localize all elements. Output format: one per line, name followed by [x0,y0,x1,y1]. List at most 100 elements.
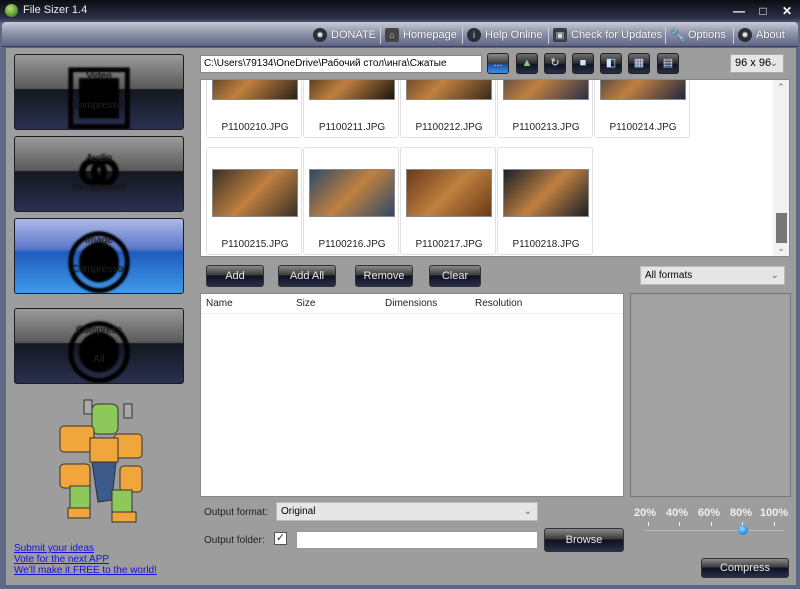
thumbnail-image [406,80,492,100]
thumbnail-filename: P1100218.JPG [512,239,580,250]
thumbnail-filename: P1100217.JPG [415,239,483,250]
scrollbar-thumb[interactable] [776,213,787,243]
thumbnail-image [406,169,492,217]
scroll-up-icon[interactable]: ⌃ [773,82,789,93]
donate-label: DONATE [331,29,377,41]
vote-next-app-link[interactable]: Vote for the next APP [14,554,157,565]
thumbnail-item[interactable]: P1100214.JPG [594,80,690,138]
thumbnail-image [600,80,686,100]
compress-button[interactable]: Compress [701,558,789,578]
file-list-table: Name Size Dimensions Resolution [200,293,624,497]
title-bar: File Sizer 1.4 — □ ✕ [0,0,800,22]
output-format-label: Output format: [204,507,268,518]
thumbnail-filename: P1100214.JPG [609,122,677,133]
output-format-value: Original [281,506,316,517]
tick-label: 80% [730,507,753,519]
folder-path-input[interactable]: C:\Users\79134\OneDrive\Рабочий стол\инг… [200,55,482,73]
column-header-name[interactable]: Name [206,298,233,309]
browse-folder-button[interactable]: ... [487,53,509,74]
checkmark-icon: ✓ [275,532,286,544]
check-updates-button[interactable]: ▣ Check for Updates [553,27,662,43]
column-header-size[interactable]: Size [296,298,315,309]
nav-image-compressor[interactable]: ◉ Image Compressor [14,218,184,294]
window-title: File Sizer 1.4 [23,4,88,16]
homepage-label: Homepage [403,29,457,41]
homepage-button[interactable]: ⌂ Homepage [385,27,457,43]
check-updates-label: Check for Updates [571,29,663,41]
output-folder-input[interactable] [296,531,538,549]
thumbnail-item[interactable]: P1100212.JPG [400,80,496,138]
quality-slider-knob[interactable] [737,525,748,535]
home-icon: ⌂ [385,28,399,42]
view-split-icon: ◧ [605,57,617,69]
separator [548,27,549,44]
clear-button[interactable]: Clear [429,265,481,287]
thumbnail-item[interactable]: P1100218.JPG [497,147,593,255]
close-button[interactable]: ✕ [778,3,796,19]
robot-mascot-image [59,399,143,523]
view-split-button[interactable]: ◧ [600,53,622,74]
updates-icon: ▣ [553,28,567,42]
scroll-down-icon[interactable]: ⌄ [773,243,789,254]
nav-label: Image [85,235,113,246]
view-top-button[interactable]: ▤ [657,53,679,74]
thumbnail-item[interactable]: P1100210.JPG [206,80,302,138]
options-label: Options [688,29,726,41]
refresh-button[interactable]: ↻ [544,53,566,74]
view-grid-icon: ▦ [633,57,645,69]
about-label: About [756,29,785,41]
thumbnail-filename: P1100213.JPG [512,122,580,133]
thumbnail-item[interactable]: P1100216.JPG [303,147,399,255]
format-filter-select[interactable]: All formats ⌄ [640,266,785,285]
maximize-button[interactable]: □ [754,3,772,19]
thumbnail-item[interactable]: P1100213.JPG [497,80,593,138]
donate-button[interactable]: ✸ DONATE [313,27,376,43]
thumbnail-image [212,80,298,100]
remove-button[interactable]: Remove [355,265,413,287]
nav-video-compressor[interactable]: ▣ Video Compressor [14,54,184,130]
separator [462,27,463,44]
top-toolbar: ✸ DONATE ⌂ Homepage i Help Online ▣ Check fo… [2,22,798,47]
thumbnail-item[interactable]: P1100217.JPG [400,147,496,255]
column-header-resolution[interactable]: Resolution [475,298,522,309]
thumbnail-size-select[interactable]: 96 x 96 ⌄ [730,54,784,73]
options-button[interactable]: 🔧 Options [670,27,726,43]
free-to-world-link[interactable]: We'll make it FREE to the world! [14,565,157,576]
thumbnail-filename: P1100210.JPG [221,122,289,133]
tick-mark [774,522,775,526]
thumbnail-item[interactable]: P1100211.JPG [303,80,399,138]
add-button[interactable]: Add [206,265,264,287]
add-folder-button[interactable]: ▲ [516,53,538,74]
app-icon [5,4,18,17]
gallery-scrollbar[interactable]: ⌃ ⌄ [773,80,789,256]
minimize-button[interactable]: — [730,3,748,19]
nav-label: All [93,354,105,365]
quality-slider[interactable] [644,530,784,531]
view-grid-button[interactable]: ▦ [628,53,650,74]
add-all-button[interactable]: Add All [278,265,336,287]
about-button[interactable]: ✸ About [738,27,785,43]
nav-audio-compressor[interactable]: ⚭ Audio Compressor [14,136,184,212]
tick-label: 20% [634,507,657,519]
add-folder-icon: ▲ [521,57,533,69]
thumbnail-image [503,169,589,217]
thumbnail-item[interactable]: P1100215.JPG [206,147,302,255]
submit-ideas-link[interactable]: Submit your ideas [14,543,157,554]
column-header-dimensions[interactable]: Dimensions [385,298,437,309]
thumbnail-filename: P1100211.JPG [318,122,386,133]
tick-label: 40% [666,507,689,519]
browse-button[interactable]: Browse [544,528,624,552]
view-single-icon: ■ [579,57,587,69]
nav-compress-all[interactable]: ◉ Compress All [14,308,184,384]
output-format-select[interactable]: Original ⌄ [276,502,538,521]
help-online-button[interactable]: i Help Online [467,27,542,43]
nav-label: Compress [76,325,122,336]
output-folder-checkbox[interactable]: ✓ [274,532,287,545]
info-icon: i [467,28,481,42]
format-filter-value: All formats [645,270,693,281]
nav-label: Video [86,71,112,82]
thumbnail-image [309,169,395,217]
view-single-button[interactable]: ■ [572,53,594,74]
table-header: Name Size Dimensions Resolution [201,294,623,314]
thumbnail-size-value: 96 x 96 [735,57,772,69]
